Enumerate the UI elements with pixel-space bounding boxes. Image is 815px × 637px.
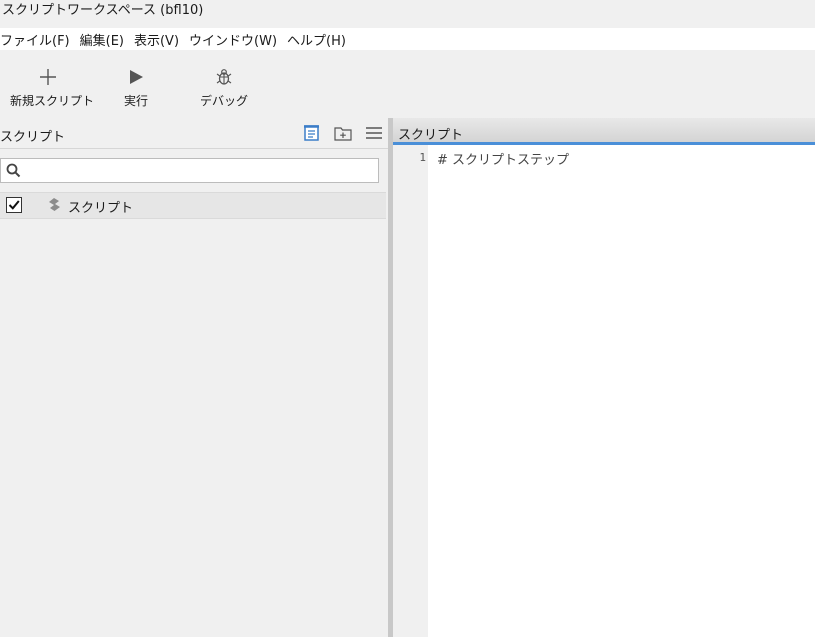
- menu-icon[interactable]: [365, 125, 383, 141]
- script-panel: スクリプト スクリプト: [0, 118, 388, 637]
- line-number-gutter: 1: [393, 145, 428, 637]
- line-number: 1: [419, 151, 426, 164]
- window-title: スクリプトワークスペース (bfl10): [0, 0, 815, 28]
- add-folder-icon[interactable]: [334, 125, 352, 141]
- search-icon: [6, 163, 21, 178]
- run-label: 実行: [123, 94, 148, 108]
- script-icon: [49, 198, 60, 211]
- list-item[interactable]: スクリプト: [0, 192, 386, 219]
- menu-file[interactable]: ファイル(F): [0, 30, 78, 49]
- script-list-icon[interactable]: [303, 125, 321, 141]
- code-line[interactable]: # スクリプトステップ: [437, 149, 569, 168]
- script-item-label: スクリプト: [68, 201, 134, 216]
- menu-view[interactable]: 表示(V): [133, 30, 187, 49]
- search-box: [0, 158, 379, 183]
- plus-icon: [40, 69, 56, 85]
- bug-icon: [216, 69, 232, 85]
- script-panel-title: スクリプト: [0, 130, 66, 145]
- run-button[interactable]: 実行: [112, 64, 160, 109]
- editor-tab[interactable]: スクリプト: [393, 118, 815, 145]
- new-script-button[interactable]: 新規スクリプト: [10, 64, 95, 109]
- debug-label: デバッグ: [199, 94, 248, 108]
- search-input[interactable]: [25, 161, 369, 181]
- menu-window[interactable]: ウインドウ(W): [188, 30, 285, 49]
- script-checkbox[interactable]: [6, 197, 22, 213]
- menu-bar: ファイル(F) 編集(E) 表示(V) ウインドウ(W) ヘルプ(H): [0, 28, 815, 50]
- debug-button[interactable]: デバッグ: [195, 64, 253, 109]
- menu-help[interactable]: ヘルプ(H): [286, 30, 354, 49]
- toolbar: 新規スクリプト 実行 デバッグ: [0, 50, 815, 119]
- editor-panel: スクリプト 1 # スクリプトステップ: [393, 118, 815, 637]
- menu-edit[interactable]: 編集(E): [79, 30, 132, 49]
- new-script-label: 新規スクリプト: [10, 94, 95, 108]
- play-icon: [130, 70, 143, 84]
- editor-tab-title: スクリプト: [398, 128, 464, 143]
- checkmark-icon: [8, 200, 20, 210]
- script-panel-header: スクリプト: [0, 118, 388, 149]
